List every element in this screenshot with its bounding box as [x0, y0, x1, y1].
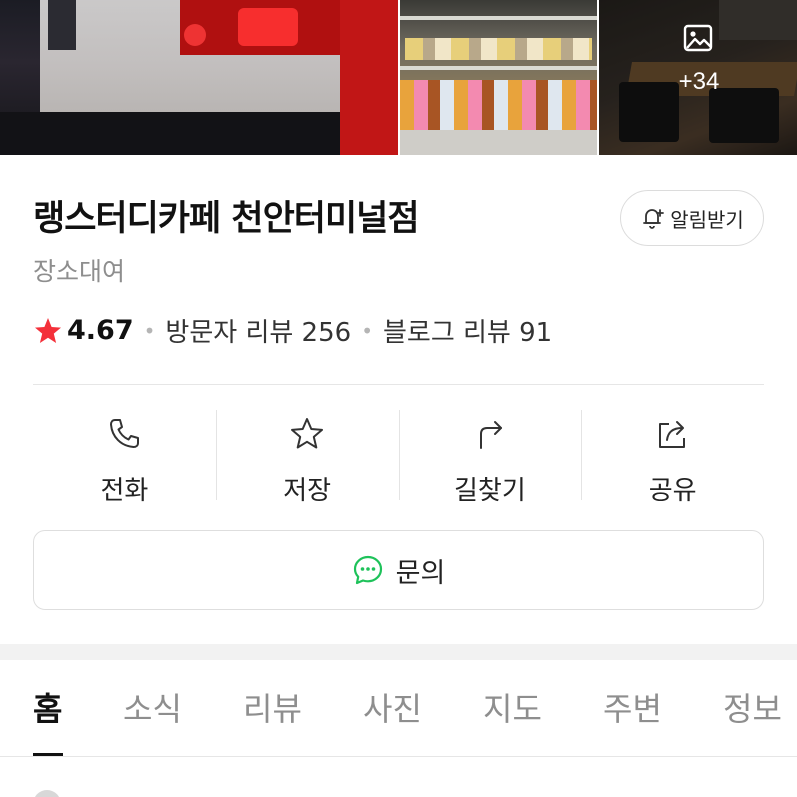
action-bar: 전화 저장 길찾기 공유: [33, 396, 764, 508]
blog-reviews-link[interactable]: 블로그 리뷰 91: [383, 312, 552, 349]
bell-plus-icon: [643, 209, 665, 229]
chat-bubble-icon: [353, 555, 382, 585]
photo-more[interactable]: +34: [599, 0, 797, 155]
directions-label: 길찾기: [453, 476, 526, 506]
photo-strip[interactable]: +34: [0, 0, 797, 155]
directions-icon: [479, 421, 502, 449]
gallery-icon: [683, 24, 713, 52]
inquiry-label: 문의: [395, 557, 446, 589]
next-section-peek: [33, 780, 764, 797]
list-bullet-icon: [33, 790, 61, 797]
divider: [33, 384, 764, 385]
notify-label: 알림받기: [670, 207, 744, 232]
rating-value: 4.67: [67, 315, 134, 346]
tab-news[interactable]: 소식: [123, 684, 182, 730]
directions-button[interactable]: 길찾기: [398, 396, 582, 508]
inquiry-button[interactable]: 문의: [33, 530, 764, 610]
share-label: 공유: [648, 476, 697, 506]
phone-icon: [110, 419, 140, 448]
tab-home[interactable]: 홈: [33, 684, 62, 730]
section-separator: [0, 644, 797, 660]
tab-reviews[interactable]: 리뷰: [243, 684, 302, 730]
call-button[interactable]: 전화: [33, 396, 216, 508]
tabs-divider: [0, 756, 797, 757]
share-icon: [658, 421, 685, 448]
star-outline-icon: [291, 418, 324, 449]
separator-dot: •: [361, 318, 373, 343]
save-label: 저장: [283, 476, 332, 506]
place-category: 장소대여: [33, 257, 126, 286]
tab-map[interactable]: 지도: [483, 684, 542, 730]
photo-display-case[interactable]: [400, 0, 597, 155]
photo-storefront[interactable]: [0, 0, 398, 155]
tab-bar: 홈 소식 리뷰 사진 지도 주변 정보: [0, 660, 797, 756]
star-filled-icon: [35, 317, 61, 343]
save-button[interactable]: 저장: [215, 396, 399, 508]
notify-button[interactable]: 알림받기: [620, 190, 764, 246]
tab-info[interactable]: 정보: [723, 684, 782, 730]
more-photos-count: +34: [678, 68, 720, 95]
call-label: 전화: [100, 476, 149, 506]
tab-nearby[interactable]: 주변: [603, 684, 662, 730]
visitor-reviews-link[interactable]: 방문자 리뷰 256: [165, 312, 351, 349]
separator-dot: •: [143, 318, 156, 343]
share-button[interactable]: 공유: [581, 396, 764, 508]
place-name: 랭스터디카페 천안터미널점: [33, 199, 420, 239]
tab-photos[interactable]: 사진: [363, 684, 422, 730]
rating-row: 4.67 • 방문자 리뷰 256 • 블로그 리뷰 91: [33, 312, 552, 349]
